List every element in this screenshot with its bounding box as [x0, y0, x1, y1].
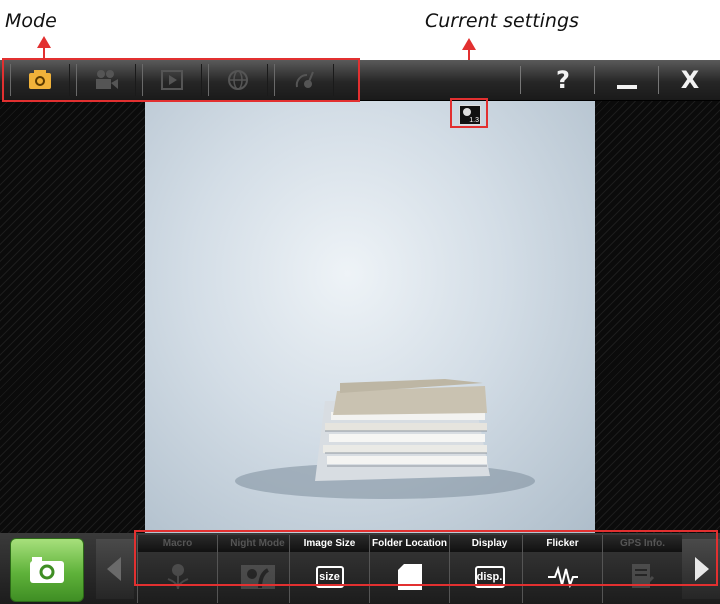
- bottom-bar: Macro Night Mode Image Size size Folder …: [0, 533, 720, 604]
- current-settings-value: 1.3: [469, 117, 479, 124]
- setting-label: Flicker: [523, 535, 602, 552]
- display-icon: disp.: [474, 566, 505, 588]
- setting-label: Display: [450, 535, 529, 552]
- camera-mode-button[interactable]: [10, 64, 70, 96]
- chevron-right-icon: [695, 557, 709, 581]
- setting-gps-info[interactable]: GPS Info.: [602, 535, 682, 603]
- setting-label: Image Size: [290, 535, 369, 552]
- macro-flower-icon: [167, 564, 188, 590]
- scroll-right-button[interactable]: [682, 539, 720, 599]
- satellite-icon: [295, 71, 314, 88]
- close-button[interactable]: X: [660, 62, 720, 98]
- playback-icon: [161, 70, 183, 90]
- camera-icon: [29, 70, 51, 89]
- live-preview-image: [145, 101, 595, 533]
- setting-display[interactable]: Display disp.: [449, 535, 529, 603]
- current-settings-lens-glyph: [463, 108, 471, 116]
- top-toolbar: ? X: [0, 60, 720, 101]
- minimize-icon: [617, 85, 637, 89]
- minimize-button[interactable]: [597, 62, 657, 98]
- folder-icon: [397, 564, 422, 590]
- setting-night-mode[interactable]: Night Mode: [217, 535, 297, 603]
- stack-of-papers-image: [235, 379, 535, 499]
- playback-mode-button[interactable]: [142, 64, 202, 96]
- night-mode-icon: [240, 565, 275, 589]
- flicker-wave-icon: [547, 566, 578, 588]
- webcam-icon: [228, 70, 248, 90]
- help-button[interactable]: ?: [533, 62, 593, 98]
- camera-viewport: 1.3: [0, 101, 720, 533]
- setting-label: GPS Info.: [603, 535, 682, 552]
- chevron-left-icon: [107, 557, 121, 581]
- setting-flicker[interactable]: Flicker: [522, 535, 602, 603]
- setting-image-size[interactable]: Image Size size: [289, 535, 369, 603]
- scroll-left-button[interactable]: [96, 539, 134, 599]
- setting-macro[interactable]: Macro: [137, 535, 217, 603]
- separator: [658, 66, 659, 94]
- setting-label: Folder Location: [370, 535, 449, 552]
- separator: [594, 66, 595, 94]
- video-camera-icon: [96, 70, 118, 89]
- current-settings-icon: 1.3: [459, 105, 481, 125]
- separator: [520, 66, 521, 94]
- gps-info-icon: [631, 564, 654, 589]
- size-icon: size: [315, 566, 344, 588]
- setting-label: Night Mode: [218, 535, 297, 552]
- shutter-button[interactable]: [10, 538, 84, 602]
- camera-app-window: ? X 1.3 Macro Night Mode Image Size size…: [0, 60, 720, 604]
- video-mode-button[interactable]: [76, 64, 136, 96]
- setting-label: Macro: [138, 535, 217, 552]
- camera-icon: [30, 557, 64, 583]
- webcam-mode-button[interactable]: [208, 64, 268, 96]
- setting-folder-location[interactable]: Folder Location: [369, 535, 449, 603]
- satellite-mode-button[interactable]: [274, 64, 334, 96]
